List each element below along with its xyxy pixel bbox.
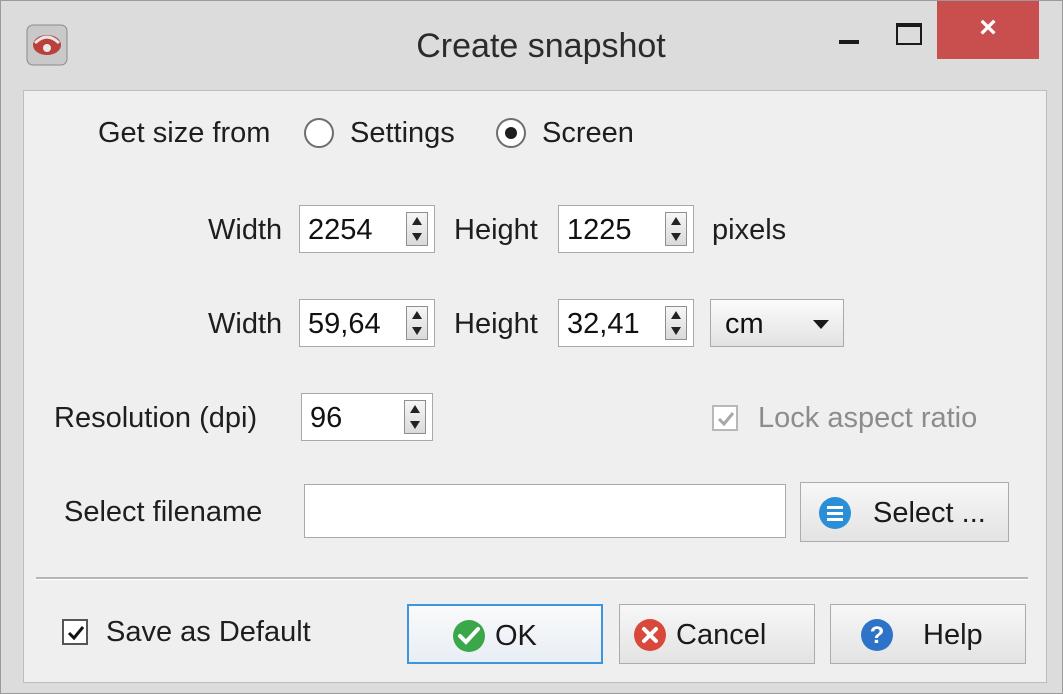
ok-label[interactable]: OK [495, 620, 537, 653]
resolution-value[interactable]: 96 [310, 402, 342, 435]
checkmark-icon [717, 412, 735, 427]
unit-dropdown[interactable]: cm [710, 299, 844, 347]
resolution-label: Resolution (dpi) [54, 402, 258, 434]
minimize-icon[interactable] [809, 1, 879, 63]
unit-height-label: Height [454, 308, 538, 340]
help-question-icon: ? [861, 619, 893, 651]
spinner-arrows-icon[interactable] [404, 400, 426, 434]
unit-width-value[interactable]: 59,64 [308, 308, 381, 341]
help-button[interactable]: ? Help [830, 604, 1026, 664]
pixel-height-value[interactable]: 1225 [567, 214, 632, 247]
close-icon[interactable]: × [937, 1, 1039, 59]
cancel-x-icon [634, 619, 666, 651]
resolution-spinner[interactable]: 96 [301, 393, 433, 441]
radio-screen-label[interactable]: Screen [542, 117, 634, 150]
size-source-label: Get size from [98, 117, 271, 149]
dialog-content: Get size from Settings Screen Width 2254… [23, 90, 1047, 683]
pixel-width-value[interactable]: 2254 [308, 214, 373, 247]
pixel-width-label: Width [208, 214, 283, 246]
chevron-down-icon[interactable] [813, 320, 829, 329]
radio-screen[interactable] [496, 118, 526, 148]
checkmark-icon [67, 626, 85, 641]
ok-check-icon [453, 620, 485, 652]
pixel-height-spinner[interactable]: 1225 [558, 205, 694, 253]
select-file-button[interactable]: Select ... [800, 482, 1009, 542]
unit-height-spinner[interactable]: 32,41 [558, 299, 694, 347]
select-file-label[interactable]: Select ... [873, 497, 986, 530]
radio-settings-label[interactable]: Settings [350, 117, 455, 150]
title-bar[interactable]: Create snapshot × [1, 1, 1062, 89]
pixel-height-label: Height [454, 214, 538, 246]
unit-width-label: Width [208, 308, 283, 340]
lock-aspect-label: Lock aspect ratio [758, 402, 978, 434]
help-label[interactable]: Help [923, 619, 983, 652]
filename-label: Select filename [64, 496, 263, 528]
cancel-button[interactable]: Cancel [619, 604, 815, 664]
save-default-label[interactable]: Save as Default [106, 616, 311, 649]
dialog-window: Create snapshot × Get size from Settings… [0, 0, 1063, 694]
ok-button[interactable]: OK [407, 604, 603, 664]
app-icon [25, 23, 69, 67]
pixels-unit-label: pixels [712, 214, 787, 246]
window-title: Create snapshot [416, 27, 666, 65]
save-default-checkbox[interactable] [62, 619, 88, 645]
unit-width-spinner[interactable]: 59,64 [299, 299, 435, 347]
pixel-width-spinner[interactable]: 2254 [299, 205, 435, 253]
unit-dropdown-value[interactable]: cm [725, 308, 764, 341]
list-icon [819, 497, 851, 529]
unit-height-value[interactable]: 32,41 [567, 308, 640, 341]
spinner-arrows-icon[interactable] [665, 306, 687, 340]
divider [36, 577, 1028, 580]
radio-settings[interactable] [304, 118, 334, 148]
svg-text:?: ? [870, 622, 885, 649]
spinner-arrows-icon[interactable] [406, 306, 428, 340]
maximize-icon[interactable] [877, 1, 941, 63]
lock-aspect-checkbox[interactable] [712, 405, 738, 431]
filename-input[interactable] [304, 484, 786, 538]
cancel-label[interactable]: Cancel [676, 619, 766, 652]
spinner-arrows-icon[interactable] [665, 212, 687, 246]
spinner-arrows-icon[interactable] [406, 212, 428, 246]
